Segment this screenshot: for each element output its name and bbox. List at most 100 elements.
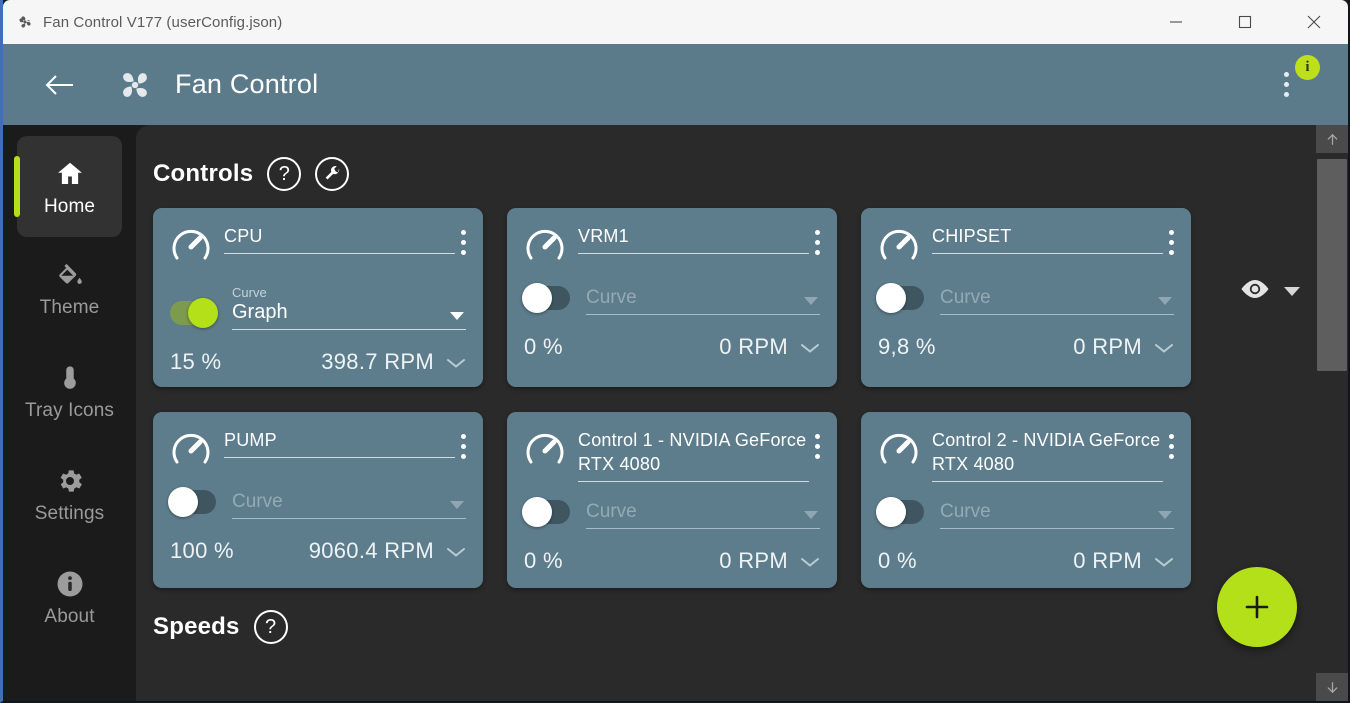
- eye-icon[interactable]: [1239, 279, 1271, 304]
- paint-bucket-icon: [56, 259, 84, 291]
- sidebar-item-label: Theme: [39, 297, 100, 318]
- card-title-field[interactable]: CPU: [224, 224, 455, 254]
- help-icon[interactable]: ?: [267, 157, 302, 191]
- card-menu-icon[interactable]: [1169, 224, 1174, 255]
- back-arrow-icon[interactable]: [43, 68, 77, 102]
- vertical-scrollbar[interactable]: [1316, 125, 1348, 701]
- curve-select[interactable]: Curve: [940, 285, 1174, 315]
- curve-select[interactable]: Curve: [586, 285, 820, 315]
- field-underline: [932, 253, 1163, 254]
- app-window: Fan Control V177 (userConfig.json) Fan C…: [0, 0, 1350, 703]
- sidebar-item-tray-icons[interactable]: Tray Icons: [17, 348, 122, 433]
- chevron-down-icon[interactable]: [1158, 297, 1172, 305]
- enable-toggle[interactable]: [168, 487, 216, 517]
- card-title-field[interactable]: PUMP: [224, 428, 455, 458]
- card-controls: Curve: [876, 497, 1174, 529]
- chevron-down-icon[interactable]: [1284, 287, 1300, 296]
- kebab-menu-icon[interactable]: [1283, 72, 1289, 97]
- gauge-icon: [878, 430, 920, 472]
- thermometer-icon: [56, 362, 84, 394]
- sidebar-item-home[interactable]: Home: [14, 136, 122, 237]
- gauge-icon: [878, 226, 920, 268]
- minimize-button[interactable]: [1141, 0, 1210, 44]
- percent-value: 0 %: [524, 548, 563, 573]
- scroll-down-button[interactable]: [1316, 673, 1348, 701]
- gauge-icon: [524, 430, 566, 472]
- card-menu-icon[interactable]: [461, 224, 466, 255]
- main-content: Controls ? CPU Curve Graph 15 % 398.7 RP…: [136, 125, 1348, 701]
- enable-toggle[interactable]: [876, 497, 924, 527]
- add-button[interactable]: [1217, 567, 1297, 647]
- sidebar-item-settings[interactable]: Settings: [17, 451, 122, 536]
- maximize-button[interactable]: [1210, 0, 1279, 44]
- expand-chevron-icon[interactable]: [800, 341, 820, 353]
- chevron-down-icon[interactable]: [804, 297, 818, 305]
- controls-section-header: Controls ?: [153, 157, 1348, 191]
- enable-toggle[interactable]: [522, 283, 570, 313]
- control-card[interactable]: Control 1 - NVIDIA GeForce RTX 4080 Curv…: [507, 412, 837, 588]
- curve-select[interactable]: Curve: [586, 499, 820, 529]
- control-card[interactable]: PUMP Curve 100 % 9060.4 RPM: [153, 412, 483, 588]
- card-title-field[interactable]: VRM1: [578, 224, 809, 254]
- info-circle-icon: [55, 568, 85, 600]
- rpm-value: 398.7 RPM: [321, 349, 434, 374]
- control-card[interactable]: CPU Curve Graph 15 % 398.7 RPM: [153, 208, 483, 387]
- chevron-down-icon[interactable]: [804, 511, 818, 519]
- close-button[interactable]: [1279, 0, 1348, 44]
- control-card[interactable]: VRM1 Curve 0 % 0 RPM: [507, 208, 837, 387]
- gauge-icon: [170, 226, 212, 268]
- curve-select[interactable]: Curve: [940, 499, 1174, 529]
- info-badge[interactable]: i: [1295, 54, 1320, 80]
- card-title: CPU: [224, 226, 263, 246]
- help-icon[interactable]: ?: [253, 610, 288, 644]
- curve-select[interactable]: Curve: [232, 489, 466, 519]
- expand-chevron-icon[interactable]: [800, 555, 820, 567]
- control-card[interactable]: CHIPSET Curve 9,8 % 0 RPM: [861, 208, 1191, 387]
- speeds-section-header: Speeds ?: [153, 610, 1348, 644]
- card-menu-icon[interactable]: [815, 224, 820, 255]
- enable-toggle[interactable]: [170, 298, 218, 328]
- chevron-down-icon[interactable]: [450, 501, 464, 509]
- field-underline: [578, 481, 809, 482]
- enable-toggle[interactable]: [876, 283, 924, 313]
- curve-select[interactable]: Curve Graph: [232, 285, 466, 330]
- app-menu-button[interactable]: i: [1266, 54, 1320, 111]
- field-underline: [232, 518, 466, 519]
- expand-chevron-icon[interactable]: [446, 545, 466, 557]
- enable-toggle[interactable]: [522, 497, 570, 527]
- card-title: Control 2 - NVIDIA GeForce RTX 4080: [932, 430, 1161, 474]
- card-title: PUMP: [224, 430, 277, 450]
- card-menu-icon[interactable]: [1169, 428, 1174, 459]
- visibility-dropdown[interactable]: [1239, 279, 1300, 304]
- rpm-value: 0 RPM: [719, 548, 788, 573]
- expand-chevron-icon[interactable]: [446, 356, 466, 368]
- fan-icon: [17, 14, 33, 30]
- card-menu-icon[interactable]: [815, 428, 820, 459]
- card-title-field[interactable]: CHIPSET: [932, 224, 1163, 254]
- card-controls: Curve Graph: [170, 285, 466, 330]
- toggle-knob: [876, 283, 906, 313]
- scroll-up-button[interactable]: [1316, 125, 1348, 153]
- curve-label: Curve: [232, 285, 267, 300]
- card-controls: Curve: [876, 283, 1174, 315]
- chevron-down-icon[interactable]: [450, 312, 464, 320]
- card-header: PUMP: [170, 428, 466, 472]
- sidebar-item-theme[interactable]: Theme: [17, 245, 122, 330]
- control-card[interactable]: Control 2 - NVIDIA GeForce RTX 4080 Curv…: [861, 412, 1191, 588]
- wrench-icon[interactable]: [315, 157, 350, 191]
- field-underline: [224, 253, 455, 254]
- chevron-down-icon[interactable]: [1158, 511, 1172, 519]
- card-title-field[interactable]: Control 1 - NVIDIA GeForce RTX 4080: [578, 428, 809, 482]
- card-readout: 100 % 9060.4 RPM: [170, 538, 466, 564]
- expand-chevron-icon[interactable]: [1154, 555, 1174, 567]
- scrollbar-thumb[interactable]: [1317, 159, 1347, 371]
- field-underline: [932, 481, 1163, 482]
- card-title-field[interactable]: Control 2 - NVIDIA GeForce RTX 4080: [932, 428, 1163, 482]
- app-title: Fan Control: [175, 69, 319, 99]
- card-menu-icon[interactable]: [461, 428, 466, 459]
- percent-value: 100 %: [170, 538, 234, 563]
- field-underline: [224, 457, 455, 458]
- sidebar-item-about[interactable]: About: [17, 554, 122, 639]
- percent-value: 0 %: [524, 334, 563, 359]
- expand-chevron-icon[interactable]: [1154, 341, 1174, 353]
